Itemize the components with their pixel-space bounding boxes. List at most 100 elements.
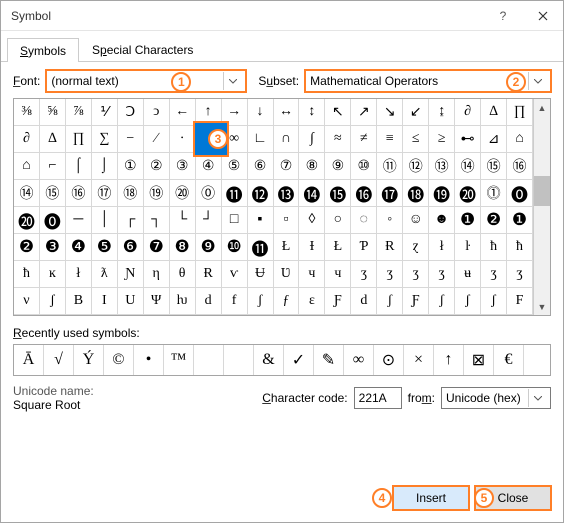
grid-cell[interactable]: ħ: [14, 261, 40, 288]
grid-cell[interactable]: Ɲ: [118, 261, 144, 288]
grid-cell[interactable]: ⌠: [66, 153, 92, 180]
grid-cell[interactable]: ѵ: [222, 261, 248, 288]
grid-cell[interactable]: ∕: [144, 126, 170, 153]
grid-cell[interactable]: ↘: [377, 99, 403, 126]
grid-cell[interactable]: ─: [66, 207, 92, 234]
grid-cell[interactable]: ʒ: [429, 261, 455, 288]
grid-cell[interactable]: η: [144, 261, 170, 288]
grid-cell[interactable]: ⌂: [507, 126, 533, 153]
grid-cell[interactable]: ❸: [40, 234, 66, 261]
grid-cell[interactable]: ⓯: [325, 180, 351, 207]
grid-cell[interactable]: ⓰: [351, 180, 377, 207]
grid-cell[interactable]: □: [222, 207, 248, 234]
grid-cell[interactable]: ↨: [429, 99, 455, 126]
recent-symbol[interactable]: ×: [404, 345, 434, 375]
grid-cell[interactable]: ◦: [377, 207, 403, 234]
grid-cell[interactable]: ⑯: [507, 153, 533, 180]
grid-cell[interactable]: ⊿: [481, 126, 507, 153]
grid-cell[interactable]: ∏: [507, 99, 533, 126]
grid-cell[interactable]: ∫: [299, 126, 325, 153]
grid-cell[interactable]: ʉ: [455, 261, 481, 288]
grid-cell[interactable]: θ: [170, 261, 196, 288]
grid-cell[interactable]: ↙: [403, 99, 429, 126]
grid-cell[interactable]: ⓭: [274, 180, 300, 207]
grid-cell[interactable]: ↓: [248, 99, 274, 126]
grid-cell[interactable]: ⑦: [274, 153, 300, 180]
grid-cell[interactable]: ʒ: [351, 261, 377, 288]
grid-cell[interactable]: ←: [170, 99, 196, 126]
recent-symbol[interactable]: ✎: [314, 345, 344, 375]
grid-cell[interactable]: ❽: [170, 234, 196, 261]
grid-cell[interactable]: ʃ: [377, 288, 403, 315]
grid-cell[interactable]: ❶: [455, 207, 481, 234]
grid-cell[interactable]: ⓫: [248, 234, 274, 261]
grid-cell[interactable]: ⓪: [196, 180, 222, 207]
recent-symbol[interactable]: [194, 345, 224, 375]
grid-cell[interactable]: ≤: [403, 126, 429, 153]
grid-cell[interactable]: ⅟: [92, 99, 118, 126]
grid-cell[interactable]: ⑧: [299, 153, 325, 180]
tab-special-characters[interactable]: Special Characters: [79, 37, 206, 61]
grid-cell[interactable]: ʒ: [377, 261, 403, 288]
grid-cell[interactable]: ƒ: [274, 288, 300, 315]
grid-cell[interactable]: ⑤: [222, 153, 248, 180]
grid-cell[interactable]: ▪: [248, 207, 274, 234]
recent-symbol[interactable]: ⊙: [374, 345, 404, 375]
grid-cell[interactable]: ʃ: [455, 288, 481, 315]
grid-cell[interactable]: ⓲: [403, 180, 429, 207]
grid-cell[interactable]: ≥: [429, 126, 455, 153]
grid-cell[interactable]: ⅝: [40, 99, 66, 126]
grid-cell[interactable]: ɛ: [299, 288, 325, 315]
grid-cell[interactable]: ↗: [351, 99, 377, 126]
grid-cell[interactable]: ┘: [196, 207, 222, 234]
grid-cell[interactable]: ⅞: [66, 99, 92, 126]
grid-cell[interactable]: ʒ: [481, 261, 507, 288]
grid-cell[interactable]: ħ: [481, 234, 507, 261]
grid-cell[interactable]: ⑱: [118, 180, 144, 207]
grid-cell[interactable]: ɀ: [403, 234, 429, 261]
grid-cell[interactable]: Ψ: [144, 288, 170, 315]
grid-scrollbar[interactable]: ▲ ▼: [533, 99, 550, 315]
grid-cell[interactable]: Ƒ: [403, 288, 429, 315]
grid-cell[interactable]: U: [118, 288, 144, 315]
grid-cell[interactable]: ʒ: [507, 261, 533, 288]
grid-cell[interactable]: ↕: [299, 99, 325, 126]
grid-cell[interactable]: ⑨: [325, 153, 351, 180]
grid-cell[interactable]: Ɍ: [196, 261, 222, 288]
grid-cell[interactable]: ʃ: [40, 288, 66, 315]
scroll-up-icon[interactable]: ▲: [534, 99, 550, 116]
grid-cell[interactable]: Ɨ: [299, 234, 325, 261]
grid-cell[interactable]: ⑩: [351, 153, 377, 180]
grid-cell[interactable]: ∆: [40, 126, 66, 153]
grid-cell[interactable]: ⓴: [455, 180, 481, 207]
recent-symbol[interactable]: [224, 345, 254, 375]
grid-cell[interactable]: ʒ: [403, 261, 429, 288]
grid-cell[interactable]: ❿: [222, 234, 248, 261]
grid-cell[interactable]: ┌: [118, 207, 144, 234]
grid-cell[interactable]: Ↄ: [118, 99, 144, 126]
grid-cell[interactable]: ∆: [481, 99, 507, 126]
grid-cell[interactable]: ④: [196, 153, 222, 180]
grid-cell[interactable]: ❷: [14, 234, 40, 261]
grid-cell[interactable]: f: [222, 288, 248, 315]
grid-cell[interactable]: F: [507, 288, 533, 315]
grid-cell[interactable]: ◌: [351, 207, 377, 234]
grid-cell[interactable]: Ł: [274, 234, 300, 261]
grid-cell[interactable]: ☻: [429, 207, 455, 234]
grid-cell[interactable]: d: [351, 288, 377, 315]
grid-cell[interactable]: ↔: [274, 99, 300, 126]
grid-cell[interactable]: ∑: [92, 126, 118, 153]
grid-cell[interactable]: ③: [170, 153, 196, 180]
grid-cell[interactable]: ʃ: [429, 288, 455, 315]
recent-symbol[interactable]: &: [254, 345, 284, 375]
scroll-thumb[interactable]: [534, 176, 550, 206]
grid-cell[interactable]: Ł: [325, 234, 351, 261]
grid-cell[interactable]: ⑫: [403, 153, 429, 180]
grid-cell[interactable]: ⊷: [455, 126, 481, 153]
grid-cell[interactable]: ⑳: [170, 180, 196, 207]
grid-cell[interactable]: ⑰: [92, 180, 118, 207]
grid-cell[interactable]: ②: [144, 153, 170, 180]
recent-symbol[interactable]: ✓: [284, 345, 314, 375]
grid-cell[interactable]: ○: [325, 207, 351, 234]
grid-cell[interactable]: ⌂: [14, 153, 40, 180]
